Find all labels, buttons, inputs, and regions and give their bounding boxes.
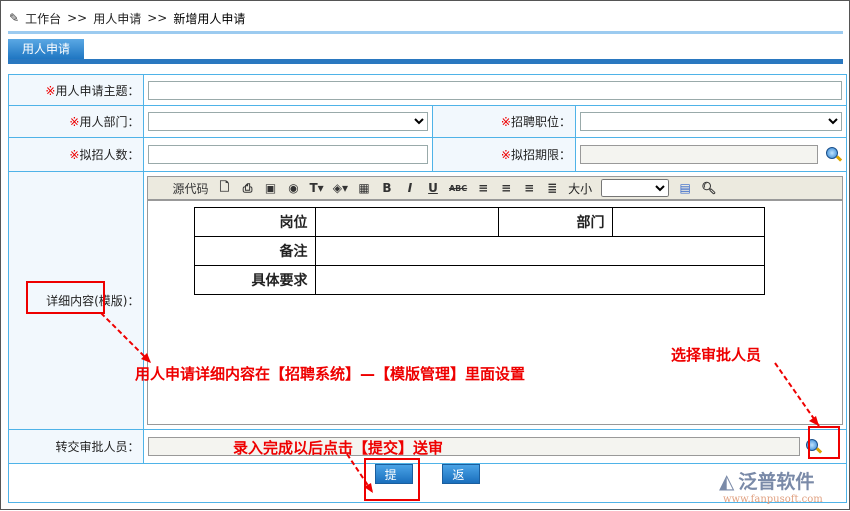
detail-highlight xyxy=(26,281,105,314)
annotation-approver: 选择审批人员 xyxy=(671,346,762,364)
annotation-arrows xyxy=(100,312,820,494)
submit-highlight xyxy=(364,458,420,501)
annotation-detail: 用人申请详细内容在【招聘系统】—【模版管理】里面设置 xyxy=(135,365,526,383)
annotation-submit: 录入完成以后点击【提交】送审 xyxy=(233,439,444,457)
logo: ◭ 泛普软件 www.fanpusoft.com xyxy=(719,468,823,506)
approver-highlight xyxy=(808,426,840,459)
